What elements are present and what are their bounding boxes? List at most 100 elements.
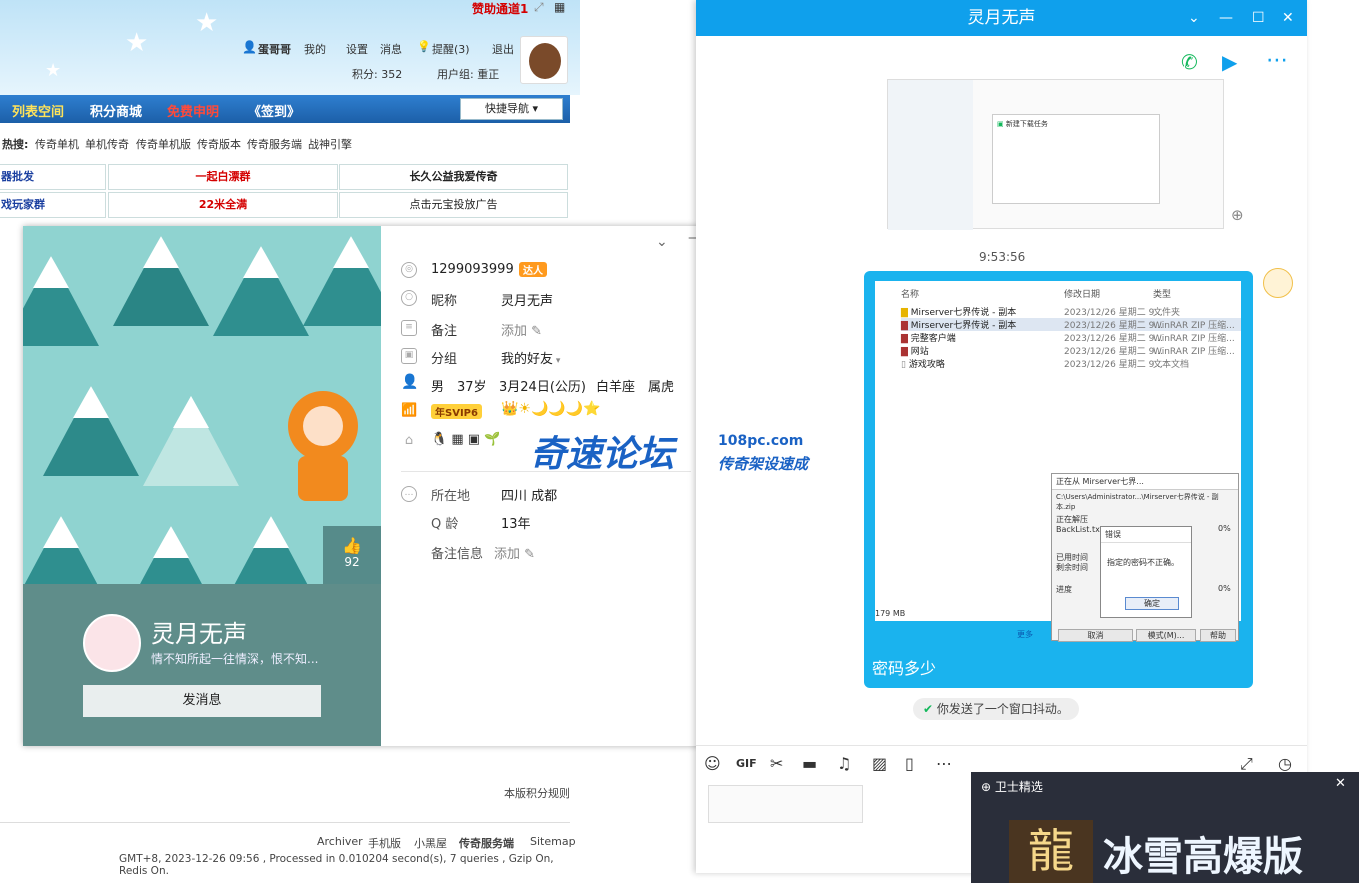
more-icon[interactable]: ⋯ xyxy=(936,754,952,773)
ad-cell[interactable]: 器批发 xyxy=(0,164,106,190)
profile-summary: 灵月无声 情不知所起一往情深，恨不知... 发消息 xyxy=(23,584,381,746)
sponsor-link[interactable]: 赞助通道1 xyxy=(472,0,528,17)
ad-title: 冰雪高爆版 xyxy=(1103,834,1303,880)
points-link[interactable]: 积分: 352 xyxy=(352,66,402,82)
zoom-in-icon[interactable]: ⊕ xyxy=(1231,206,1244,224)
ad-cell[interactable]: 戏玩家群 xyxy=(0,192,106,218)
download-dialog: ▣ 新建下载任务 xyxy=(992,114,1160,204)
level-crowns-icon: 👑☀🌙🌙🌙⭐ xyxy=(501,401,601,417)
user-avatar[interactable] xyxy=(520,36,568,84)
gender: 男 xyxy=(431,380,445,395)
like-count: 92 xyxy=(344,555,360,569)
profile-card: 👍 92 灵月无声 情不知所起一往情深，恨不知... 发消息 ⌄ — ◎ 129… xyxy=(23,226,703,746)
sender-avatar[interactable] xyxy=(1263,268,1293,298)
music-icon[interactable]: ♫ xyxy=(837,754,851,773)
send-message-button[interactable]: 发消息 xyxy=(83,685,321,717)
watermark-brand: 奇速论坛 xyxy=(530,434,675,475)
hot-item[interactable]: 战神引擎 xyxy=(308,136,352,152)
scissors-icon[interactable]: ✂ xyxy=(770,754,783,773)
shake-icon[interactable]: ▯ xyxy=(905,754,914,773)
home-icon: ⌂ xyxy=(404,433,414,448)
folder-icon[interactable]: ▬ xyxy=(802,754,817,773)
maximize-icon[interactable]: ☐ xyxy=(1252,0,1265,36)
more-icon[interactable]: ⋯ xyxy=(1266,48,1288,73)
reminder-link[interactable]: 提醒(3) xyxy=(432,41,470,57)
close-icon[interactable]: ✕ xyxy=(1282,0,1294,36)
bulb-icon: 💡 xyxy=(417,40,431,53)
ad-cell[interactable]: 长久公益我爱传奇 xyxy=(339,164,568,190)
message-bubble[interactable]: 名称 修改日期 类型 ▇ Mirserver七界传说 - 副本 2023/12/2… xyxy=(864,271,1253,688)
screenshot-image[interactable]: ▣ 新建下载任务 xyxy=(887,79,1224,230)
app-icon[interactable]: ▦ xyxy=(554,0,565,14)
image-icon[interactable]: ▨ xyxy=(872,754,887,773)
star-decoration: ★ xyxy=(45,60,62,81)
input-draft-image[interactable] xyxy=(708,785,863,823)
video-icon[interactable]: ▶ xyxy=(1222,50,1237,74)
star-decoration: ★ xyxy=(195,8,219,38)
footer-link[interactable]: Sitemap xyxy=(530,835,576,848)
close-icon[interactable]: ✕ xyxy=(1335,776,1346,791)
group-dropdown[interactable]: 我的好友 ▾ xyxy=(501,348,560,367)
hot-item[interactable]: 传奇单机版 xyxy=(136,136,191,152)
explorer-screenshot[interactable]: 名称 修改日期 类型 ▇ Mirserver七界传说 - 副本 2023/12/2… xyxy=(875,281,1241,642)
ad-cell[interactable]: 22米全满 xyxy=(108,192,338,218)
zodiac: 白羊座 xyxy=(596,380,636,395)
chevron-down-icon[interactable]: ⌄ xyxy=(1188,0,1200,36)
messages-link[interactable]: 消息 xyxy=(380,41,402,57)
shake-notice: ✔ 你发送了一个窗口抖动。 xyxy=(913,698,1079,720)
ad-cell[interactable]: 点击元宝投放广告 xyxy=(339,192,568,218)
footer-info: GMT+8, 2023-12-26 09:56 , Processed in 0… xyxy=(119,853,554,877)
chinese-zodiac: 属虎 xyxy=(648,380,675,395)
file-row: ▇ 网站 2023/12/26 星期二 9... WinRAR ZIP 压缩... xyxy=(901,347,1235,357)
group-label: 分组 xyxy=(431,352,458,367)
add-remark-link[interactable]: 添加 ✎ xyxy=(501,320,542,339)
add-remark-info-link[interactable]: 添加 ✎ xyxy=(494,543,535,562)
hot-item[interactable]: 传奇版本 xyxy=(197,136,241,152)
remark-label: 备注 xyxy=(431,324,458,339)
quick-nav-button[interactable]: 快捷导航 ▾ xyxy=(460,98,563,120)
ad-cell[interactable]: 一起白漂群 xyxy=(108,164,338,190)
profile-signature: 情不知所起一往情深，恨不知... xyxy=(151,652,319,666)
username-link[interactable]: 蛋哥哥 xyxy=(258,41,291,57)
service-badges-icon: 🐧 ▦ ▣ 🌱 xyxy=(431,432,501,447)
points-rule-link[interactable]: 本版积分规则 xyxy=(504,785,570,801)
footer-link[interactable]: 手机版 xyxy=(368,835,401,851)
fullscreen-icon[interactable]: ⤢ xyxy=(534,0,544,15)
level-icon: 📶 xyxy=(401,403,418,418)
pencil-icon: ✎ xyxy=(531,324,543,339)
like-button[interactable]: 👍 92 xyxy=(323,526,381,584)
footer-link[interactable]: 传奇服务端 xyxy=(459,835,514,851)
location-label: 所在地 xyxy=(431,489,471,504)
more-link: 更多 xyxy=(1017,630,1033,639)
emoji-icon[interactable]: ☺ xyxy=(704,754,721,773)
minimize-icon[interactable]: — xyxy=(1219,0,1233,36)
expert-badge: 达人 xyxy=(519,262,547,277)
file-size: 179 MB xyxy=(875,609,906,618)
ad-emblem: 龍 xyxy=(1009,820,1093,883)
nav-list-space[interactable]: 列表空间 xyxy=(12,101,64,120)
footer-link[interactable]: Archiver xyxy=(317,835,363,848)
gif-icon[interactable]: GIF xyxy=(736,757,757,770)
hot-item[interactable]: 传奇服务端 xyxy=(247,136,302,152)
clock-icon[interactable]: ◷ xyxy=(1278,754,1292,773)
error-dialog: 错误 指定的密码不正确。 确定 xyxy=(1100,526,1192,618)
file-row: ▯ 游戏攻略 2023/12/26 星期二 9... 文本文档 xyxy=(901,360,1190,370)
expand-icon[interactable]: ⤢ xyxy=(1240,754,1253,774)
usergroup-link[interactable]: 用户组: 重正 xyxy=(437,66,499,82)
logout-link[interactable]: 退出 xyxy=(492,41,514,57)
my-link[interactable]: 我的 xyxy=(304,41,326,57)
nav-free-statement[interactable]: 免费申明 xyxy=(167,101,219,120)
group-icon: ▣ xyxy=(401,348,417,364)
nav-points-mall[interactable]: 积分商城 xyxy=(90,101,142,120)
footer-link[interactable]: 小黑屋 xyxy=(414,835,447,851)
nav-signin[interactable]: 《签到》 xyxy=(248,101,300,120)
file-row: ▇ 完整客户端 2023/12/26 星期二 9... WinRAR ZIP 压缩.… xyxy=(901,334,1235,344)
hot-item[interactable]: 传奇单机 xyxy=(35,136,79,152)
settings-link[interactable]: 设置 xyxy=(346,41,368,57)
phone-icon[interactable]: ✆ xyxy=(1181,50,1198,74)
profile-avatar[interactable] xyxy=(83,614,141,672)
ad-popup[interactable]: ⊕ 卫士精选 ✕ 龍 冰雪高爆版 xyxy=(971,772,1359,883)
qq-number: 1299093999 xyxy=(431,262,514,277)
collapse-icon[interactable]: ⌄ xyxy=(656,234,668,250)
hot-item[interactable]: 单机传奇 xyxy=(85,136,129,152)
